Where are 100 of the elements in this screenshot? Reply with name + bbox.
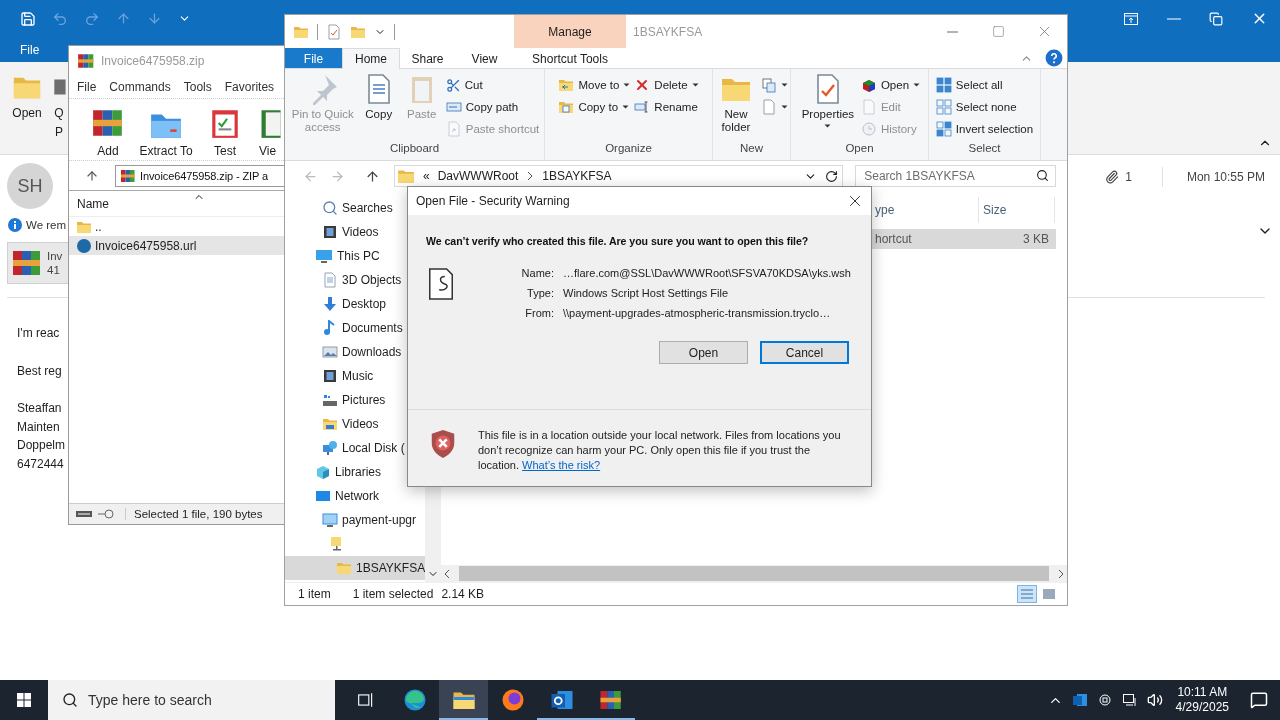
notifications-icon[interactable] [1250, 691, 1268, 709]
maximize-icon [991, 25, 1005, 38]
ribbon-button[interactable]: Select none [935, 98, 1034, 116]
cancel-button[interactable]: Cancel [760, 341, 849, 364]
ribbon-button[interactable]: Invert selection [935, 120, 1034, 138]
field-label: From: [524, 307, 554, 319]
ribbon-button[interactable]: New folder [715, 73, 757, 134]
ribbon-button[interactable]: Copy path [445, 98, 540, 116]
window-title: 1BSAYKFSA [633, 24, 703, 39]
message-text: I'm reac [17, 325, 60, 342]
path-field[interactable]: Invoice6475958.zip - ZIP a [115, 164, 284, 187]
ribbon-button[interactable] [761, 76, 788, 94]
cube-icon [315, 464, 331, 480]
ribbon-button[interactable]: Copy to [558, 98, 631, 116]
ribbon-button[interactable]: Open [12, 72, 42, 150]
toolbar-button[interactable]: Extract To [131, 99, 201, 160]
network-icon [322, 440, 338, 456]
open-button[interactable]: Open [659, 341, 748, 364]
toolbar-button[interactable]: Add [85, 99, 131, 160]
info-notice: We rem [26, 219, 67, 231]
select-all-icon [935, 77, 952, 93]
script-file-icon [426, 267, 456, 301]
ribbon-button[interactable]: Copy [359, 73, 398, 121]
menu-item[interactable]: Tools [183, 80, 212, 94]
ribbon-button[interactable]: Move to [558, 76, 631, 94]
group-label: New [740, 142, 763, 156]
file-row[interactable]: .. [69, 217, 284, 236]
chevron-right-icon [526, 171, 535, 181]
breadcrumb[interactable]: 1BSAYKFSA [542, 169, 612, 183]
column-header[interactable]: Name [77, 196, 109, 211]
menu-item[interactable]: Favorites [224, 80, 275, 94]
nav-item[interactable]: Network [285, 484, 425, 508]
status-text: 1 item selected [352, 587, 434, 601]
sender-avatar: SH [7, 163, 53, 209]
ribbon-tab[interactable]: Share [400, 48, 455, 68]
message-text: Steaffan [17, 400, 62, 417]
group-label: Select [968, 142, 1001, 156]
nav-item[interactable]: payment-upgr [285, 508, 425, 532]
context-tab-header: Manage [514, 15, 626, 48]
ribbon-tab[interactable]: View [455, 48, 514, 68]
mail-app-icon [1071, 692, 1088, 708]
clock-time: 10:11 AM [1177, 685, 1228, 700]
ribbon-tab[interactable]: Home [342, 48, 400, 69]
meeting-icon [1096, 692, 1113, 708]
ribbon-tab[interactable]: File [285, 48, 342, 68]
field-value: …flare.com@SSL\DavWWWRoot\SFSVA70KDSA\yks.wsh [563, 267, 851, 279]
attachment-size: 41 [47, 263, 61, 277]
breadcrumb-overflow[interactable]: « [423, 169, 430, 183]
ribbon-button[interactable]: Select all [935, 76, 1034, 94]
file-tab[interactable]: File [20, 37, 40, 62]
scissors-icon [445, 77, 461, 93]
ribbon-button[interactable]: Rename [634, 98, 699, 116]
breadcrumb[interactable]: DavWWWRoot [437, 169, 519, 183]
film-icon [322, 368, 338, 384]
minimize-icon[interactable] [1167, 17, 1181, 20]
volume-icon[interactable] [1146, 692, 1163, 708]
toolbar-button[interactable]: Test [201, 99, 249, 160]
search-icon [62, 692, 78, 708]
field-label: Type: [526, 287, 554, 299]
menu-item[interactable]: File [77, 80, 97, 94]
ribbon-button[interactable]: Q P [52, 72, 66, 150]
ribbon-button[interactable] [761, 98, 788, 116]
up-arrow-icon[interactable] [85, 168, 99, 183]
scroll-thumb[interactable] [459, 566, 1049, 581]
ribbon-button[interactable]: Cut [445, 76, 540, 94]
ribbon-button[interactable]: Properties [798, 73, 857, 128]
shortcut-doc-icon [445, 121, 462, 137]
search-field[interactable]: Type here to search [48, 680, 335, 720]
caret-icon [913, 83, 921, 87]
column-header[interactable]: Size [979, 197, 1055, 223]
ribbon-display-icon [1123, 10, 1139, 27]
search-icon [1036, 169, 1049, 182]
dialog-title: Open File - Security Warning [416, 194, 570, 208]
field-label: Name: [520, 267, 554, 279]
scroll-right-icon [1057, 568, 1065, 579]
field-value: \\payment-upgrades-atmospheric-transmission.tryclo… [563, 307, 832, 319]
menu-item[interactable]: Commands [109, 80, 171, 94]
search-field[interactable]: Search 1BSAYKFSA [855, 165, 1056, 187]
minimize-icon[interactable] [946, 30, 958, 33]
monitor-icon [315, 248, 333, 264]
group-label: Organize [605, 142, 652, 156]
file-row[interactable]: Invoice6475958.url [69, 236, 284, 255]
group-label: Open [845, 142, 874, 156]
risk-link[interactable]: What’s the risk? [522, 459, 601, 471]
edit-doc-icon [860, 99, 877, 115]
table-cell: hortcut [875, 232, 912, 246]
ribbon-button[interactable]: Open [860, 76, 921, 94]
help-icon [1045, 49, 1063, 67]
save-icon[interactable] [20, 10, 36, 27]
ribbon-button[interactable]: Delete [634, 76, 699, 94]
caret-icon [622, 105, 630, 109]
restore-icon[interactable] [1209, 11, 1223, 26]
attachment-tile[interactable]: Inv 41 [7, 242, 69, 284]
rename-icon [634, 99, 651, 115]
message-text: Best reg [17, 362, 62, 380]
taskbar-app[interactable] [439, 680, 488, 720]
refresh-icon[interactable] [825, 169, 839, 183]
new-item-icon [761, 77, 777, 93]
nav-item[interactable]: 1BSAYKFSA [285, 556, 425, 580]
ribbon-tab[interactable]: Shortcut Tools [514, 48, 626, 68]
